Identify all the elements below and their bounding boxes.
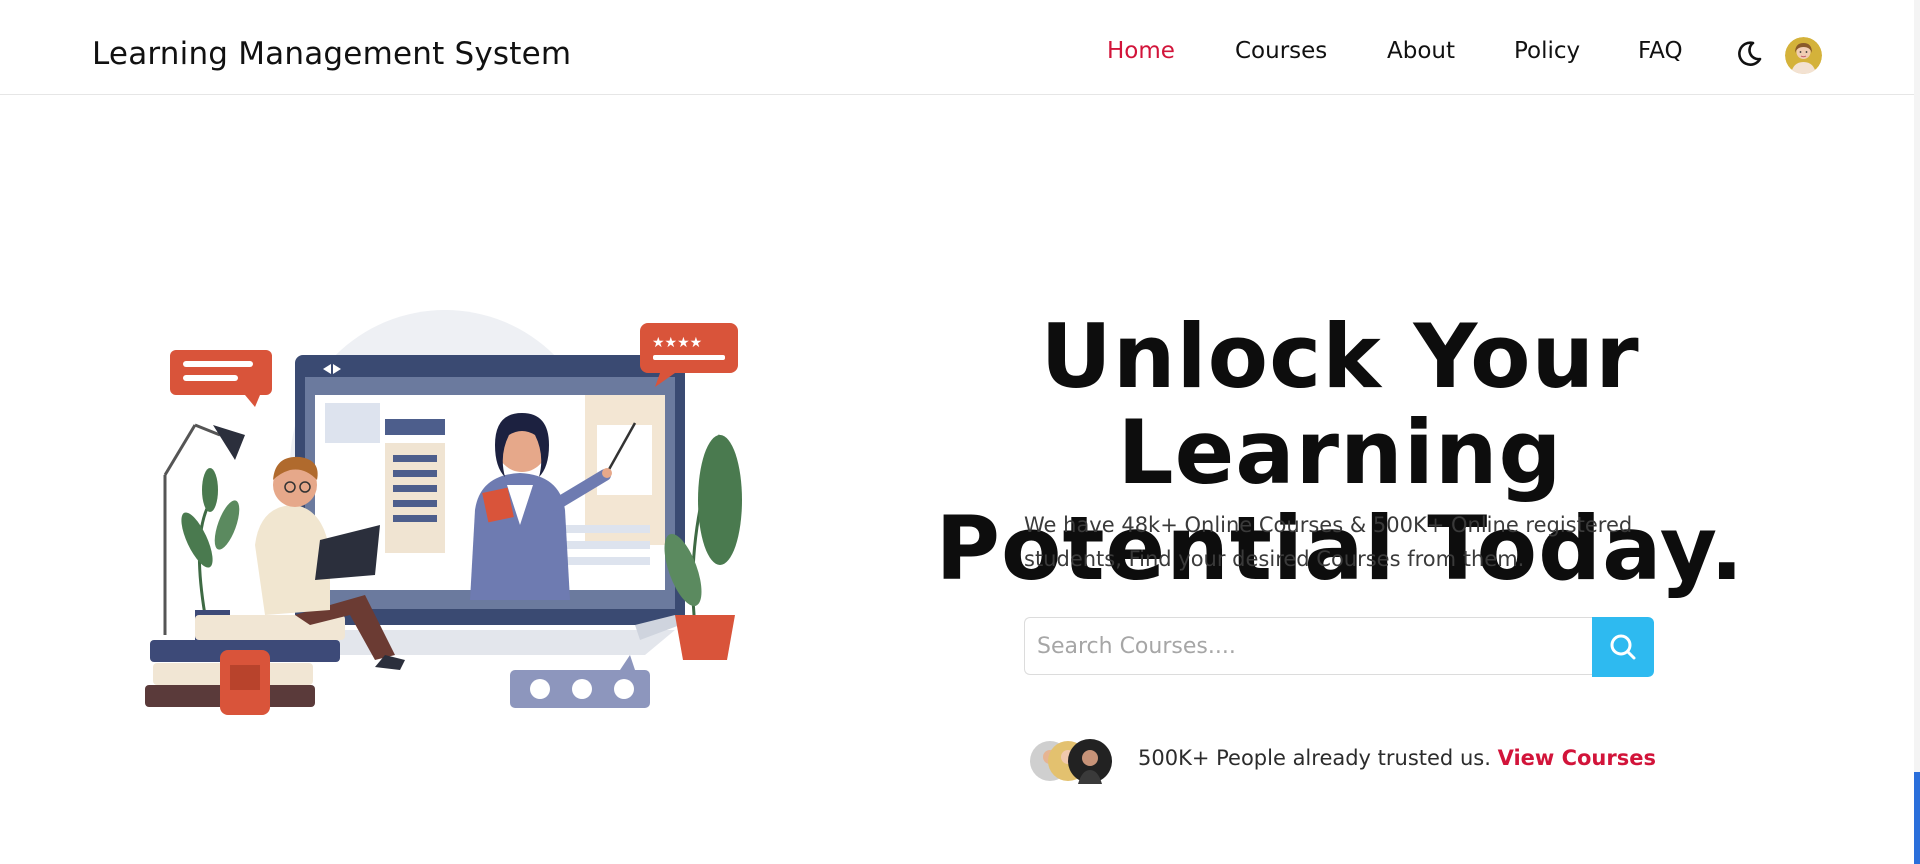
hero-illustration: ★★★★	[135, 295, 755, 725]
nav-faq[interactable]: FAQ	[1638, 38, 1683, 64]
trust-row: 500K+ People already trusted us. View Co…	[1030, 736, 1670, 784]
scrollbar-thumb[interactable]	[1914, 772, 1920, 864]
hero-subtitle: We have 48k+ Online Courses & 500K+ Onli…	[1024, 513, 1633, 571]
scrollbar-track[interactable]	[1914, 0, 1920, 864]
online-teaching-illustration: ★★★★	[145, 310, 742, 715]
moon-icon	[1738, 41, 1762, 66]
view-courses-link[interactable]: View Courses	[1498, 746, 1656, 770]
theme-toggle-button[interactable]	[1733, 38, 1765, 70]
nav-home[interactable]: Home	[1107, 38, 1175, 64]
nav-courses[interactable]: Courses	[1235, 38, 1327, 64]
search-button[interactable]	[1592, 617, 1654, 677]
nav-policy[interactable]: Policy	[1514, 38, 1580, 64]
top-navbar: Learning Management System Home Courses …	[0, 0, 1916, 95]
search-input[interactable]	[1024, 617, 1592, 675]
brand-title[interactable]: Learning Management System	[92, 36, 571, 72]
trusted-users-avatars	[1030, 738, 1130, 784]
avatar-icon	[1785, 37, 1822, 74]
svg-text:★★★★: ★★★★	[652, 335, 702, 351]
hero-title-line1: Unlock Your Learning	[1040, 304, 1640, 504]
trust-text: 500K+ People already trusted us. View Co…	[1138, 746, 1656, 770]
user-avatar[interactable]	[1785, 37, 1822, 74]
course-search	[1024, 617, 1654, 677]
search-icon	[1610, 634, 1636, 660]
nav-about[interactable]: About	[1387, 38, 1455, 64]
trust-message: 500K+ People already trusted us.	[1138, 746, 1491, 770]
